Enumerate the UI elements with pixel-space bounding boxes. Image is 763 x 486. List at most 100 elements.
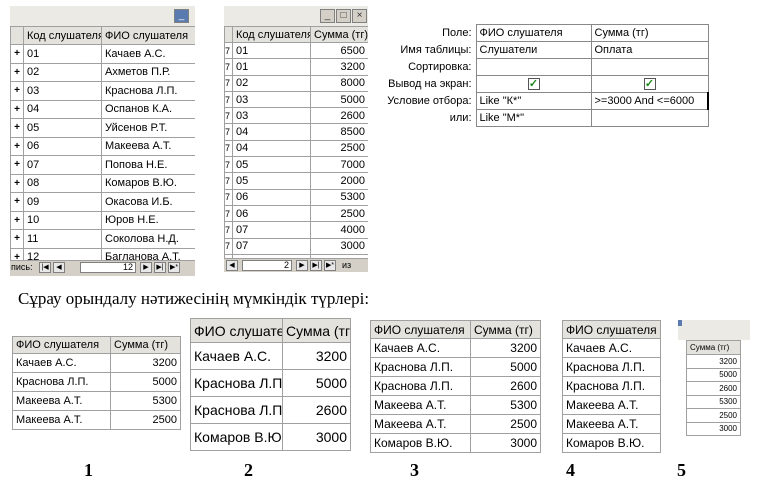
column-header-amount[interactable]: Сумма (тг)	[282, 318, 351, 343]
amount-cell[interactable]: 3200	[686, 354, 741, 369]
student-code-cell[interactable]: 04	[232, 139, 311, 158]
table-cell-col1[interactable]: Слушатели	[475, 41, 592, 59]
student-code-cell[interactable]: 01	[23, 44, 102, 64]
student-name-cell[interactable]: Макеева А.Т.	[12, 410, 111, 430]
column-header-student-code[interactable]: Код слушателя	[23, 26, 102, 45]
expand-row-icon[interactable]: +	[10, 229, 24, 249]
amount-cell[interactable]: 8500	[310, 123, 368, 141]
student-name-cell[interactable]: Макеева А.Т.	[562, 395, 661, 415]
amount-cell[interactable]: 3000	[686, 421, 741, 436]
amount-cell[interactable]: 2500	[110, 410, 181, 430]
student-name-cell[interactable]: Комаров В.Ю.	[562, 433, 661, 453]
amount-cell[interactable]: 5000	[282, 369, 351, 397]
table-row[interactable]: 3200	[686, 354, 741, 369]
column-header-amount[interactable]: Сумма (тг)	[110, 336, 181, 354]
student-name-cell[interactable]: Краснова Л.П.	[370, 357, 471, 377]
student-name-cell[interactable]: Краснова Л.П.	[101, 81, 195, 101]
row-selector-cell[interactable]: 7	[224, 156, 233, 174]
table-row[interactable]: 7 05 2000	[224, 172, 368, 190]
student-name-cell[interactable]: Попова Н.Е.	[101, 155, 195, 175]
row-selector-cell[interactable]: 7	[224, 204, 233, 223]
column-header-student-name[interactable]: ФИО слушателя	[562, 320, 661, 339]
table-row[interactable]: Комаров В.Ю. 3000	[190, 423, 351, 451]
student-code-cell[interactable]: 03	[232, 90, 311, 109]
next-record-icon[interactable]: ▶	[140, 262, 152, 273]
amount-cell[interactable]: 3000	[310, 237, 368, 255]
expand-row-icon[interactable]: +	[10, 210, 24, 230]
expand-row-icon[interactable]: +	[10, 136, 24, 156]
student-code-cell[interactable]: 05	[232, 156, 311, 174]
amount-cell[interactable]: 5300	[686, 394, 741, 409]
amount-cell[interactable]: 4000	[310, 221, 368, 239]
record-number-field[interactable]: 12	[80, 262, 136, 273]
row-selector-cell[interactable]: 7	[224, 123, 233, 141]
amount-cell[interactable]: 3200	[282, 342, 351, 370]
amount-cell[interactable]: 3000	[470, 433, 541, 453]
amount-cell[interactable]: 2600	[470, 376, 541, 396]
column-header-student-name[interactable]: ФИО слушателя	[101, 26, 195, 45]
table-row[interactable]: 7 06 2500	[224, 204, 368, 223]
student-code-cell[interactable]: 07	[232, 237, 311, 255]
table-row[interactable]: +01 Качаев А.С.	[10, 44, 195, 64]
table-row[interactable]: +03 Краснова Л.П.	[10, 81, 195, 101]
row-selector-cell[interactable]: 7	[224, 139, 233, 158]
table-row[interactable]: Краснова Л.П.	[562, 376, 661, 396]
student-name-cell[interactable]: Комаров В.Ю.	[370, 433, 471, 453]
amount-cell[interactable]: 5000	[470, 357, 541, 377]
table-row[interactable]: 7 07 3000	[224, 237, 368, 255]
table-row[interactable]: Макеева А.Т. 2500	[370, 414, 541, 434]
row-selector-cell[interactable]: 7	[224, 221, 233, 239]
student-name-cell[interactable]: Соколова Н.Д.	[101, 229, 195, 249]
row-selector-cell[interactable]: 7	[224, 237, 233, 255]
row-selector-cell[interactable]: 7	[224, 41, 233, 60]
table-row[interactable]: 7 04 8500	[224, 123, 368, 141]
column-header-amount[interactable]: Сумма (тг)	[470, 320, 541, 339]
student-code-cell[interactable]: 11	[23, 229, 102, 249]
column-header-student-name[interactable]: ФИО слушателя	[12, 336, 111, 354]
student-name-cell[interactable]: Комаров В.Ю.	[101, 173, 195, 193]
row-selector-cell[interactable]: 7	[224, 90, 233, 109]
student-name-cell[interactable]: Макеева А.Т.	[370, 414, 471, 434]
expand-row-icon[interactable]: +	[10, 44, 24, 64]
amount-cell[interactable]: 3200	[470, 338, 541, 358]
table-row[interactable]: +09 Окасова И.Б.	[10, 192, 195, 212]
or-cell-col2[interactable]	[590, 109, 709, 127]
sort-cell-col2[interactable]	[590, 58, 709, 76]
row-selector-cell[interactable]: 7	[224, 172, 233, 190]
row-selector-cell[interactable]: 7	[224, 74, 233, 92]
student-code-cell[interactable]: 09	[23, 192, 102, 212]
expand-row-icon[interactable]: +	[10, 62, 24, 82]
new-record-icon[interactable]: ▶*	[168, 262, 180, 273]
column-header-student-code[interactable]: Код слушателя	[232, 26, 311, 43]
or-cell-col1[interactable]: Like "М*"	[475, 109, 592, 127]
student-name-cell[interactable]: Краснова Л.П.	[562, 357, 661, 377]
maximize-icon[interactable]: □	[336, 9, 351, 23]
table-row[interactable]: Комаров В.Ю. 3000	[370, 433, 541, 453]
column-header-amount[interactable]: Сумма (тг)	[686, 340, 741, 355]
amount-cell[interactable]: 5000	[686, 367, 741, 382]
criteria-cell-col2[interactable]: >=3000 And <=6000	[590, 92, 709, 110]
student-code-cell[interactable]: 03	[23, 81, 102, 101]
table-row[interactable]: 3000	[686, 421, 741, 436]
new-record-icon[interactable]: ▶*	[324, 260, 336, 271]
student-name-cell[interactable]: Краснова Л.П.	[562, 376, 661, 396]
column-header-student-name[interactable]: ФИО слушателя	[190, 318, 283, 343]
table-row[interactable]: +07 Попова Н.Е.	[10, 155, 195, 175]
next-record-icon[interactable]: ▶	[296, 260, 308, 271]
table-row[interactable]: Макеева А.Т. 2500	[12, 410, 181, 430]
student-name-cell[interactable]: Уйсенов Р.Т.	[101, 118, 195, 138]
student-name-cell[interactable]: Юров Н.Е.	[101, 210, 195, 230]
amount-cell[interactable]: 2600	[310, 107, 368, 125]
table-row[interactable]: Краснова Л.П. 2600	[190, 396, 351, 424]
amount-cell[interactable]: 8000	[310, 74, 368, 92]
table-row[interactable]: Качаев А.С. 3200	[190, 342, 351, 370]
amount-cell[interactable]: 2500	[310, 204, 368, 223]
table-row[interactable]: Макеева А.Т.	[562, 395, 661, 415]
student-name-cell[interactable]: Качаев А.С.	[562, 338, 661, 358]
table-row[interactable]: Качаев А.С. 3200	[12, 353, 181, 373]
student-code-cell[interactable]: 03	[232, 107, 311, 125]
amount-cell[interactable]: 3000	[282, 423, 351, 451]
student-code-cell[interactable]: 05	[232, 172, 311, 190]
student-code-cell[interactable]: 05	[23, 118, 102, 138]
table-row[interactable]: 2500	[686, 408, 741, 423]
